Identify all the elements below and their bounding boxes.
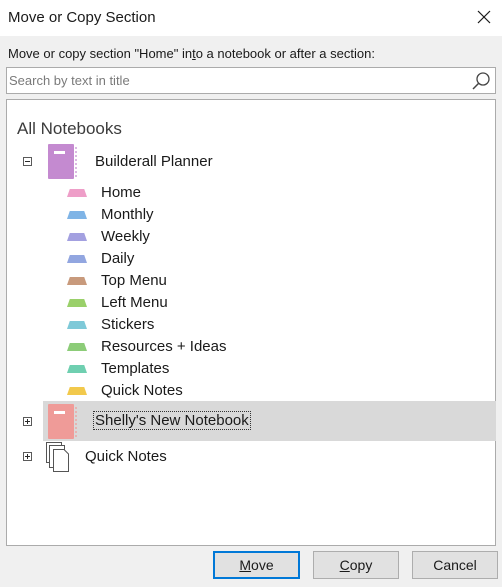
section-tab-icon (67, 211, 87, 219)
section-item-monthly[interactable]: Monthly (67, 204, 367, 226)
section-tab-icon (67, 277, 87, 285)
collapse-toggle-builderall-planner[interactable] (23, 157, 32, 166)
notebook-icon (48, 144, 77, 179)
section-tab-icon (67, 343, 87, 351)
section-item-resources-ideas[interactable]: Resources + Ideas (67, 336, 367, 358)
all-notebooks-label: All Notebooks (17, 119, 122, 138)
instruction-text: Move or copy section "Home" into a noteb… (8, 46, 375, 61)
notebook-label-builderall-planner[interactable]: Builderall Planner (95, 153, 213, 170)
section-tab-icon (67, 387, 87, 395)
search-input[interactable] (9, 70, 464, 91)
section-item-weekly[interactable]: Weekly (67, 226, 367, 248)
section-item-templates[interactable]: Templates (67, 358, 367, 380)
copy-button[interactable]: Copy (313, 551, 399, 579)
notebook-label-shellys-new-notebook: Shelly's New Notebook (93, 411, 251, 430)
expand-toggle-shellys-new-notebook[interactable] (23, 417, 32, 426)
notebook-icon (48, 404, 77, 439)
section-tab-icon (67, 365, 87, 373)
section-tab-icon (67, 321, 87, 329)
section-item-home[interactable]: Home (67, 182, 367, 204)
section-tab-icon (67, 299, 87, 307)
search-icon[interactable] (471, 71, 491, 91)
dialog-title: Move or Copy Section (8, 9, 156, 26)
section-tab-icon (67, 189, 87, 197)
section-item-left-menu[interactable]: Left Menu (67, 292, 367, 314)
section-tab-icon (67, 233, 87, 241)
title-bar: Move or Copy Section (0, 0, 502, 36)
section-item-daily[interactable]: Daily (67, 248, 367, 270)
notebook-row-shellys-new-notebook[interactable]: Shelly's New Notebook (43, 401, 496, 441)
cancel-button[interactable]: Cancel (412, 551, 498, 579)
move-button[interactable]: Move (213, 551, 300, 579)
section-tab-icon (67, 255, 87, 263)
section-item-quick-notes[interactable]: Quick Notes (67, 380, 367, 402)
section-item-stickers[interactable]: Stickers (67, 314, 367, 336)
close-button[interactable] (468, 0, 502, 34)
notebook-tree: All Notebooks Builderall Planner Home Mo… (6, 99, 496, 546)
expand-toggle-quick-notes[interactable] (23, 452, 32, 461)
section-item-top-menu[interactable]: Top Menu (67, 270, 367, 292)
notebook-label-quick-notes[interactable]: Quick Notes (85, 448, 167, 465)
pages-icon (46, 442, 69, 472)
close-icon (477, 10, 491, 24)
search-box (6, 67, 496, 94)
